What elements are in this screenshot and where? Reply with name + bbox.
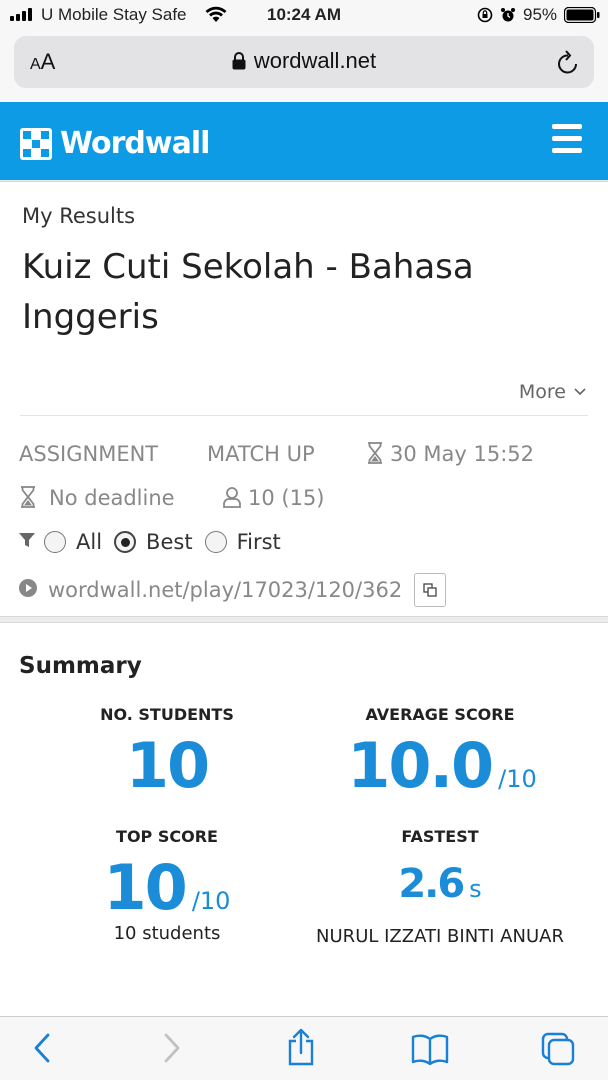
result-filter: All Best First (18, 530, 293, 554)
filter-icon (18, 530, 36, 554)
forward-icon[interactable] (160, 1031, 184, 1069)
deadline: No deadline (19, 486, 175, 510)
hourglass-icon (368, 442, 382, 464)
battery-icon (563, 6, 600, 28)
status-time: 10:24 AM (266, 5, 341, 24)
play-icon (18, 578, 38, 603)
bookmarks-icon[interactable] (411, 1033, 449, 1069)
browser-url-area: AA wordwall.net (0, 30, 608, 102)
filter-radio-best[interactable] (114, 531, 137, 553)
more-button[interactable]: More (519, 379, 586, 403)
activity-date: 30 May 15:52 (366, 442, 534, 466)
status-bar: U Mobile Stay Safe 10:24 AM 95% (0, 0, 608, 30)
hourglass-icon (21, 486, 35, 508)
alarm-icon (500, 7, 516, 28)
share-icon[interactable] (286, 1027, 316, 1071)
orientation-lock-icon (477, 7, 493, 28)
activity-type: MATCH UP (207, 442, 315, 466)
top-score-students: 10 students (113, 923, 221, 944)
breadcrumb[interactable]: My Results (22, 204, 135, 228)
menu-icon[interactable] (552, 124, 582, 160)
logo-grid-icon (20, 127, 52, 160)
top-score-value: 10/10 (103, 851, 231, 924)
fastest-student-name: NURUL IZZATI BINTI ANUAR (316, 926, 564, 947)
wordwall-logo[interactable]: Wordwall (20, 126, 210, 161)
fastest-value: 2.6 s (398, 861, 482, 907)
results-card: My Results Kuiz Cuti Sekolah - Bahasa In… (0, 181, 608, 617)
share-link[interactable]: wordwall.net/play/17023/120/362 (48, 578, 402, 602)
url-text: wordwall.net (253, 48, 377, 73)
filter-radio-first[interactable] (204, 531, 227, 553)
reload-icon[interactable] (556, 49, 580, 79)
padlock-icon (232, 50, 246, 76)
fastest-label: FASTEST (401, 827, 479, 846)
back-icon[interactable] (30, 1031, 54, 1069)
average-score-value: 10.0/10 (347, 729, 537, 802)
share-link-row: wordwall.net/play/17023/120/362 (18, 573, 447, 607)
summary-title: Summary (19, 653, 142, 679)
tabs-icon[interactable] (540, 1031, 576, 1071)
user-icon (223, 487, 241, 508)
divider (20, 415, 588, 416)
students-value: 10 (125, 729, 210, 802)
student-count: 10 (15) (222, 486, 325, 510)
page-title: Kuiz Cuti Sekolah - Bahasa Inggeris (22, 247, 474, 337)
site-header: Wordwall (0, 102, 608, 180)
copy-icon (423, 583, 437, 597)
browser-toolbar (0, 1016, 608, 1080)
top-score-label: TOP SCORE (116, 827, 218, 846)
filter-label-all: All (76, 530, 103, 554)
students-label: NO. STUDENTS (100, 705, 234, 724)
address-bar[interactable]: AA wordwall.net (14, 36, 594, 88)
filter-radio-all[interactable] (44, 531, 66, 553)
assignment-label: ASSIGNMENT (19, 442, 159, 466)
chevron-down-icon (574, 379, 586, 401)
filter-label-best: Best (146, 530, 193, 554)
average-score-label: AVERAGE SCORE (365, 705, 515, 724)
copy-link-button[interactable] (414, 573, 447, 607)
filter-label-first: First (236, 530, 281, 554)
summary-card: Summary NO. STUDENTS 10 AVERAGE SCORE 10… (0, 622, 608, 1022)
battery-percent: 95% (523, 5, 558, 24)
